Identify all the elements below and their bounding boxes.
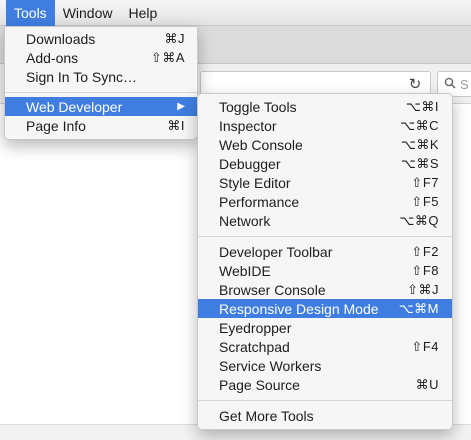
menu-item-get-more-tools[interactable]: Get More Tools: [198, 406, 452, 425]
menu-item-label: Sign In To Sync…: [26, 68, 138, 85]
menu-item-shortcut: ⇧F8: [411, 262, 439, 278]
menu-item-page-source[interactable]: Page Source ⌘U: [198, 375, 452, 394]
menu-item-shortcut: ⌥⌘Q: [399, 212, 439, 228]
menu-item-browser-console[interactable]: Browser Console ⇧⌘J: [198, 280, 452, 299]
menu-item-shortcut: ⇧⌘A: [150, 49, 185, 65]
menu-item-service-workers[interactable]: Service Workers: [198, 356, 452, 375]
menu-item-inspector[interactable]: Inspector ⌥⌘C: [198, 116, 452, 135]
menu-item-label: Toggle Tools: [219, 98, 297, 115]
submenu-arrow-icon: ▶: [177, 101, 185, 112]
search-icon: [444, 76, 456, 92]
menu-item-label: Service Workers: [219, 357, 322, 374]
menu-item-label: Performance: [219, 193, 300, 210]
menu-item-shortcut: ⇧F2: [411, 243, 439, 259]
menu-item-label: WebIDE: [219, 262, 271, 279]
menu-item-downloads[interactable]: Downloads ⌘J: [5, 29, 197, 48]
menu-item-eyedropper[interactable]: Eyedropper: [198, 318, 452, 337]
menu-item-add-ons[interactable]: Add-ons ⇧⌘A: [5, 48, 197, 67]
menu-item-label: Add-ons: [26, 49, 79, 66]
menu-item-label: Network: [219, 212, 271, 229]
menu-item-label: Developer Toolbar: [219, 243, 333, 260]
menu-item-label: Inspector: [219, 117, 277, 134]
menu-item-label: Scratchpad: [219, 338, 290, 355]
menu-item-shortcut: ⌥⌘I: [405, 98, 439, 114]
menu-item-label: Web Console: [219, 136, 303, 153]
menu-item-performance[interactable]: Performance ⇧F5: [198, 192, 452, 211]
menu-item-shortcut: ⇧F4: [411, 338, 439, 354]
menu-item-shortcut: ⇧F7: [411, 174, 439, 190]
menu-item-sign-in-to-sync[interactable]: Sign In To Sync…: [5, 67, 197, 86]
menu-item-scratchpad[interactable]: Scratchpad ⇧F4: [198, 337, 452, 356]
menu-item-shortcut: ⇧⌘J: [407, 281, 439, 297]
menu-item-toggle-tools[interactable]: Toggle Tools ⌥⌘I: [198, 97, 452, 116]
reload-icon[interactable]: ↻: [405, 74, 425, 94]
menu-item-web-console[interactable]: Web Console ⌥⌘K: [198, 135, 452, 154]
menu-item-label: Style Editor: [219, 174, 291, 191]
menu-item-webide[interactable]: WebIDE ⇧F8: [198, 261, 452, 280]
search-placeholder: S: [460, 76, 469, 92]
menu-item-label: Responsive Design Mode: [219, 300, 379, 317]
menu-item-web-developer[interactable]: Web Developer ▶: [5, 97, 197, 116]
menu-item-responsive-design-mode[interactable]: Responsive Design Mode ⌥⌘M: [198, 299, 452, 318]
menu-item-shortcut: ⌘J: [164, 30, 185, 46]
menu-item-shortcut: ⌥⌘S: [400, 155, 439, 171]
menu-item-label: Page Source: [219, 376, 300, 393]
menu-item-network[interactable]: Network ⌥⌘Q: [198, 211, 452, 230]
menubar-tools[interactable]: Tools: [6, 0, 55, 26]
menu-item-label: Debugger: [219, 155, 281, 172]
menu-item-label: Browser Console: [219, 281, 326, 298]
menu-separator: [198, 236, 452, 237]
menu-item-style-editor[interactable]: Style Editor ⇧F7: [198, 173, 452, 192]
menu-bar: Tools Window Help: [0, 0, 471, 26]
menu-item-shortcut: ⇧F5: [411, 193, 439, 209]
menu-item-label: Web Developer: [26, 98, 123, 115]
tools-menu: Downloads ⌘J Add-ons ⇧⌘A Sign In To Sync…: [4, 26, 198, 140]
menu-item-label: Downloads: [26, 30, 96, 47]
web-developer-submenu: Toggle Tools ⌥⌘I Inspector ⌥⌘C Web Conso…: [197, 93, 453, 430]
menu-separator: [5, 92, 197, 93]
menubar-window[interactable]: Window: [55, 0, 121, 26]
menu-item-shortcut: ⌥⌘K: [400, 136, 439, 152]
menu-item-shortcut: ⌘U: [415, 376, 439, 392]
menu-item-shortcut: ⌥⌘C: [400, 117, 439, 133]
menu-item-label: Page Info: [26, 117, 86, 134]
menu-item-developer-toolbar[interactable]: Developer Toolbar ⇧F2: [198, 242, 452, 261]
menu-item-shortcut: ⌥⌘M: [398, 300, 439, 316]
menu-item-label: Get More Tools: [219, 407, 314, 424]
menu-item-debugger[interactable]: Debugger ⌥⌘S: [198, 154, 452, 173]
menu-item-label: Eyedropper: [219, 319, 292, 336]
menubar-help[interactable]: Help: [120, 0, 165, 26]
menu-separator: [198, 400, 452, 401]
menu-item-shortcut: ⌘I: [167, 117, 185, 133]
menu-item-page-info[interactable]: Page Info ⌘I: [5, 116, 197, 135]
